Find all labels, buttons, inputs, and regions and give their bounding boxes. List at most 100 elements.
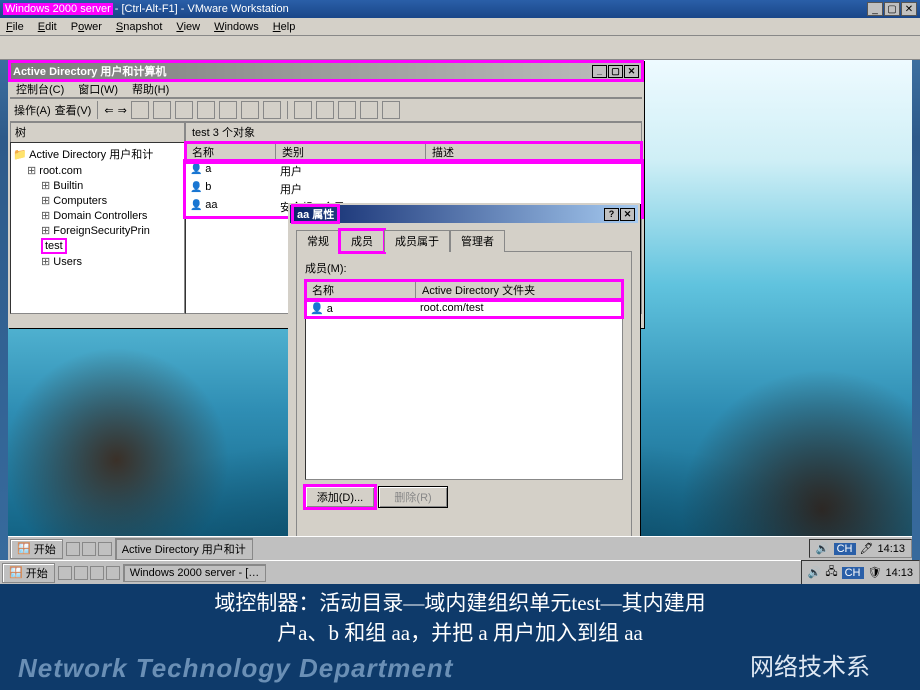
tree-fsp[interactable]: ForeignSecurityPrin	[13, 223, 182, 238]
system-tray[interactable]: 🔊 CH 🖊 14:13	[809, 539, 912, 558]
tab-memberof[interactable]: 成员属于	[384, 230, 450, 252]
clock: 14:13	[877, 543, 905, 555]
ql-oe-icon[interactable]	[98, 542, 112, 556]
menu-window[interactable]: 窗口(W)	[78, 81, 118, 97]
menu-edit[interactable]: Edit	[38, 21, 57, 33]
slide-caption: 域控制器：活动目录—域内建组织单元test—其内建用 户a、b 和组 aa，并把…	[0, 584, 920, 690]
maximize-icon[interactable]: ▢	[608, 65, 623, 78]
tree-dcs[interactable]: Domain Controllers	[13, 208, 182, 223]
menu-windows[interactable]: Windows	[214, 21, 259, 33]
ql-ie-icon[interactable]	[66, 542, 80, 556]
remove-button: 删除(R)	[378, 486, 448, 508]
ql-icon[interactable]	[74, 566, 88, 580]
members-list[interactable]: 名称 Active Directory 文件夹 👤 a root.com/tes…	[305, 280, 623, 480]
minimize-icon[interactable]: _	[592, 65, 607, 78]
mcol-folder[interactable]: Active Directory 文件夹	[416, 281, 622, 299]
ql-icon[interactable]	[58, 566, 72, 580]
guest-taskbar: 🪟开始 Active Directory 用户和计 🔊 CH 🖊 14:13	[8, 536, 912, 560]
tree-computers[interactable]: Computers	[13, 193, 182, 208]
find-icon[interactable]	[382, 101, 400, 119]
tb-view[interactable]: 查看(V)	[55, 102, 92, 118]
vmware-toolbar	[0, 36, 920, 60]
props-titlebar[interactable]: aa 属性 ? ✕	[290, 205, 638, 223]
close-icon[interactable]: ✕	[624, 65, 639, 78]
up-icon[interactable]	[131, 101, 149, 119]
filter-icon[interactable]	[360, 101, 378, 119]
tray-icon[interactable]: 🔊	[816, 542, 830, 555]
tree-builtin[interactable]: Builtin	[13, 178, 182, 193]
export-icon[interactable]	[241, 101, 259, 119]
props-title: aa 属性	[293, 206, 338, 222]
tray-icon[interactable]: 🔊	[808, 566, 822, 579]
tree-test[interactable]: test	[41, 238, 67, 254]
vm-title-rest: - [Ctrl-Alt-F1] - VMware Workstation	[115, 3, 289, 15]
minimize-icon[interactable]: _	[867, 2, 883, 16]
newgroup-icon[interactable]	[316, 101, 334, 119]
ime-badge[interactable]: CH	[834, 543, 856, 555]
start-button[interactable]: 🪟开始	[10, 539, 63, 559]
menu-help[interactable]: Help	[273, 21, 296, 33]
forward-icon[interactable]: ⇒	[118, 104, 127, 117]
mcol-name[interactable]: 名称	[306, 281, 416, 299]
ql-desktop-icon[interactable]	[82, 542, 96, 556]
menu-console[interactable]: 控制台(C)	[16, 81, 64, 97]
menu-view[interactable]: View	[176, 21, 200, 33]
aduc-menubar: 控制台(C) 窗口(W) 帮助(H)	[10, 80, 642, 98]
close-icon[interactable]: ✕	[901, 2, 917, 16]
back-icon[interactable]: ⇐	[104, 104, 113, 117]
tb-action[interactable]: 操作(A)	[14, 102, 51, 118]
list-row[interactable]: b 用户	[186, 180, 641, 198]
help-icon[interactable]: ?	[604, 208, 619, 221]
vmware-menubar: FFileile Edit Power Snapshot View Window…	[0, 18, 920, 36]
member-row[interactable]: 👤 a root.com/test	[306, 300, 622, 317]
aduc-title: Active Directory 用户和计算机	[13, 63, 166, 79]
list-columns: 名称 类别 描述	[186, 143, 641, 162]
col-name[interactable]: 名称	[186, 143, 276, 161]
system-tray[interactable]: 🔊 🖧 CH 🛡 14:13	[801, 560, 920, 585]
vm-title-hl: Windows 2000 server	[3, 3, 113, 15]
col-desc[interactable]: 描述	[426, 143, 641, 161]
tab-managedby[interactable]: 管理者	[450, 230, 505, 252]
delete-icon[interactable]	[219, 101, 237, 119]
tab-members[interactable]: 成员	[340, 230, 384, 252]
close-icon[interactable]: ✕	[620, 208, 635, 221]
menu-file[interactable]: FFileile	[6, 21, 24, 33]
vmware-titlebar: Windows 2000 server - [Ctrl-Alt-F1] - VM…	[0, 0, 920, 18]
tray-icon[interactable]: 🖧	[825, 563, 837, 582]
tray-icon[interactable]: 🛡	[868, 566, 882, 579]
caption-line2: 户a、b 和组 aa，并把 a 用户加入到组 aa	[0, 618, 920, 648]
clock: 14:13	[885, 567, 913, 579]
ql-icon[interactable]	[106, 566, 120, 580]
newou-icon[interactable]	[338, 101, 356, 119]
caption-line1: 域控制器：活动目录—域内建组织单元test—其内建用	[0, 588, 920, 618]
show-icon[interactable]	[153, 101, 171, 119]
props-icon[interactable]	[175, 101, 193, 119]
refresh-icon[interactable]	[197, 101, 215, 119]
tabstrip: 常规 成员 成员属于 管理者	[290, 223, 638, 251]
host-taskbar: 🪟开始 Windows 2000 server - [… 🔊 🖧 CH 🛡 14…	[0, 560, 920, 584]
dept-cn: 网络技术系	[750, 647, 870, 682]
help-icon[interactable]	[263, 101, 281, 119]
task-vmware[interactable]: Windows 2000 server - […	[123, 564, 267, 582]
tree-header: 树	[10, 122, 185, 142]
tree-users[interactable]: Users	[13, 254, 182, 269]
start-button[interactable]: 🪟开始	[2, 563, 55, 583]
tab-general[interactable]: 常规	[296, 230, 340, 252]
menu-snapshot[interactable]: Snapshot	[116, 21, 163, 33]
ime-badge[interactable]: CH	[842, 567, 864, 579]
aduc-titlebar[interactable]: Active Directory 用户和计算机 _ ▢ ✕	[10, 62, 642, 80]
menu-help[interactable]: 帮助(H)	[132, 81, 169, 97]
tree-root[interactable]: Active Directory 用户和计	[13, 145, 182, 163]
menu-power[interactable]: Power	[71, 21, 102, 33]
newuser-icon[interactable]	[294, 101, 312, 119]
add-button[interactable]: 添加(D)...	[305, 486, 375, 508]
maximize-icon[interactable]: ▢	[884, 2, 900, 16]
tree-pane[interactable]: Active Directory 用户和计 root.com Builtin C…	[10, 142, 185, 314]
col-type[interactable]: 类别	[276, 143, 426, 161]
task-aduc[interactable]: Active Directory 用户和计	[115, 538, 253, 560]
ql-icon[interactable]	[90, 566, 104, 580]
tree-domain[interactable]: root.com	[13, 163, 182, 178]
tray-icon[interactable]: 🖊	[860, 542, 874, 555]
aduc-toolbar: 操作(A) 查看(V) ⇐ ⇒	[10, 98, 642, 122]
list-row[interactable]: a 用户	[186, 162, 641, 180]
